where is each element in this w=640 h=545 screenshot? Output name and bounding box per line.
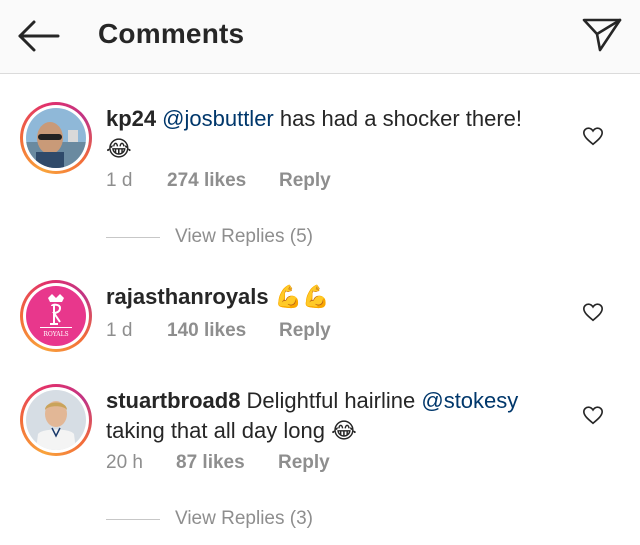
comment-text: stuartbroad8 Delightful hairline @stokesy…	[106, 386, 566, 446]
divider-line	[106, 519, 160, 520]
view-replies-button[interactable]: View Replies (5)	[106, 226, 366, 252]
reply-button[interactable]: Reply	[279, 170, 331, 192]
logo-text: ROYALS	[43, 331, 68, 338]
page-title: Comments	[98, 18, 245, 49]
heart-icon[interactable]	[582, 125, 604, 147]
comment-body-continued: taking that all day long	[106, 418, 325, 443]
comment-item: ROYALS rajasthanroyals 💪💪 1 d 140 likes R…	[0, 280, 640, 360]
mention-link[interactable]: @josbuttler	[162, 106, 274, 131]
arrow-left-icon	[18, 20, 60, 52]
avatar[interactable]	[20, 384, 92, 456]
reply-button[interactable]: Reply	[279, 320, 331, 342]
flexed-biceps-emoji-icon: 💪💪	[274, 284, 330, 309]
comment-username[interactable]: stuartbroad8	[106, 388, 240, 413]
share-button[interactable]	[580, 14, 624, 54]
likes-count[interactable]: 274 likes	[167, 170, 246, 192]
rajasthan-royals-logo-icon: ROYALS	[26, 286, 86, 346]
heart-icon[interactable]	[582, 301, 604, 323]
laughing-emoji-icon: 😂	[106, 136, 132, 161]
avatar[interactable]: ROYALS	[20, 280, 92, 352]
comment-body: has had a shocker there!	[273, 106, 523, 131]
divider-line	[106, 237, 160, 238]
likes-count[interactable]: 140 likes	[167, 320, 246, 342]
comment-text: kp24 @josbuttler has had a shocker there!…	[106, 104, 566, 164]
comment-time: 1 d	[106, 170, 133, 191]
laughing-emoji-icon: 😂	[331, 418, 357, 443]
mention-link[interactable]: @stokesy	[421, 388, 518, 413]
comment-text: rajasthanroyals 💪💪	[106, 282, 566, 312]
avatar-photo-stuartbroad8	[26, 390, 86, 450]
comment-time: 20 h	[106, 452, 143, 473]
reply-button[interactable]: Reply	[278, 452, 330, 474]
comment-time: 1 d	[106, 320, 133, 341]
header-bar: Comments	[0, 0, 640, 74]
comment-username[interactable]: rajasthanroyals	[106, 284, 269, 309]
comment-item: stuartbroad8 Delightful hairline @stokesy…	[0, 384, 640, 534]
avatar[interactable]	[20, 102, 92, 174]
comment-username[interactable]: kp24	[106, 106, 156, 131]
paper-plane-icon	[582, 18, 622, 52]
likes-count[interactable]: 87 likes	[176, 452, 245, 474]
comment-body: Delightful hairline	[246, 388, 422, 413]
back-button[interactable]	[14, 16, 60, 56]
avatar-photo-kp24	[26, 108, 86, 168]
view-replies-label: View Replies (5)	[175, 226, 313, 247]
view-replies-button[interactable]: View Replies (3)	[106, 508, 366, 534]
heart-icon[interactable]	[582, 404, 604, 426]
comment-item: kp24 @josbuttler has had a shocker there!…	[0, 100, 640, 250]
view-replies-label: View Replies (3)	[175, 508, 313, 529]
